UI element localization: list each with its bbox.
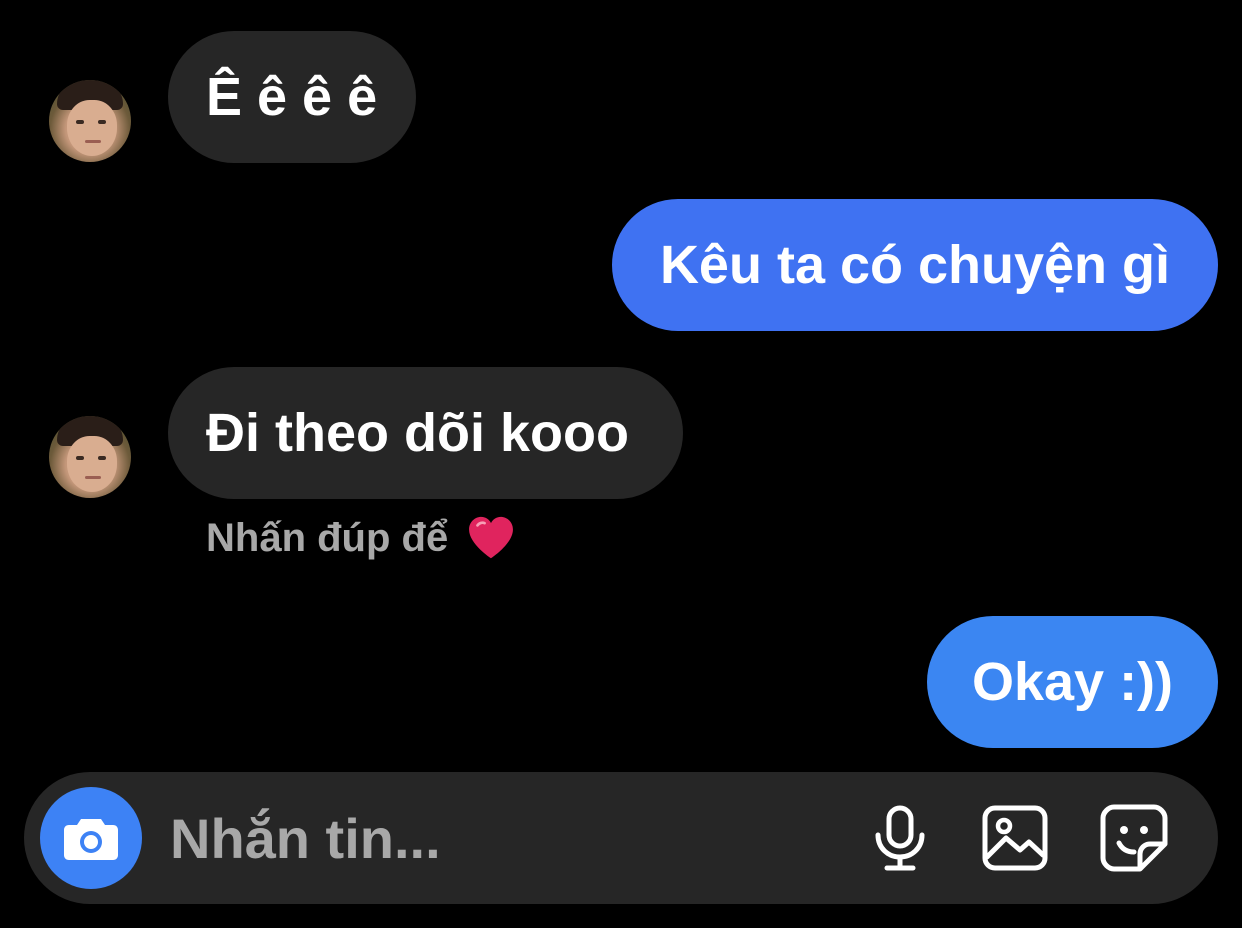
avatar-eye-right <box>98 456 106 460</box>
avatar-mouth <box>85 140 101 143</box>
camera-icon <box>64 819 118 860</box>
microphone-icon <box>875 805 925 871</box>
message-text: Đi theo dõi kooo <box>206 403 629 463</box>
hint-text: Nhấn đúp để <box>206 515 449 560</box>
avatar-eye-left <box>76 120 84 124</box>
message-composer: Nhắn tin... <box>24 772 1218 904</box>
avatar-mouth <box>85 476 101 479</box>
avatar-face <box>67 436 117 492</box>
message-input[interactable]: Nhắn tin... <box>170 772 441 904</box>
avatar-face <box>67 100 117 156</box>
chat-screen: Ê ê ê ê Kêu ta có chuyện gì Đi theo dõi … <box>0 0 1242 928</box>
message-bubble-incoming[interactable]: Đi theo dõi kooo <box>168 367 683 499</box>
avatar-eye-right <box>98 120 106 124</box>
message-input-placeholder: Nhắn tin... <box>170 806 441 870</box>
contact-avatar[interactable] <box>49 416 131 498</box>
message-bubble-outgoing[interactable]: Okay :)) <box>927 616 1218 748</box>
avatar-eye-left <box>76 456 84 460</box>
double-tap-hint: Nhấn đúp để <box>206 510 518 566</box>
sticker-icon <box>1100 804 1168 872</box>
message-bubble-incoming[interactable]: Ê ê ê ê <box>168 31 416 163</box>
message-bubble-outgoing[interactable]: Kêu ta có chuyện gì <box>612 199 1218 331</box>
camera-button[interactable] <box>40 787 142 889</box>
message-text: Kêu ta có chuyện gì <box>659 235 1171 295</box>
heart-icon <box>469 516 514 559</box>
contact-avatar[interactable] <box>49 80 131 162</box>
image-icon <box>982 805 1048 871</box>
sticker-button[interactable] <box>1098 802 1170 874</box>
gallery-button[interactable] <box>979 802 1051 874</box>
microphone-button[interactable] <box>864 802 936 874</box>
message-text: Okay :)) <box>971 652 1174 712</box>
message-text: Ê ê ê ê <box>206 67 378 127</box>
